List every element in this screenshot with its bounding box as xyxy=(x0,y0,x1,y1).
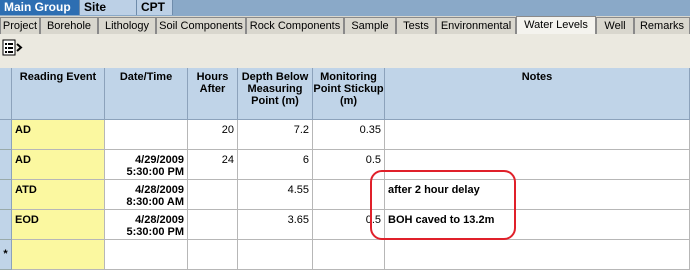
column-header-stickup[interactable]: Monitoring Point Stickup (m) xyxy=(313,68,385,120)
cell-depth[interactable]: 6 xyxy=(238,150,313,180)
cell-time: 5:30:00 PM xyxy=(126,226,184,238)
new-row-marker[interactable]: * xyxy=(0,240,12,270)
cell-date-time-new[interactable] xyxy=(105,240,188,270)
cell-hours-after-new[interactable] xyxy=(188,240,238,270)
cell-hours-after[interactable]: 24 xyxy=(188,150,238,180)
tab-water-levels[interactable]: Water Levels xyxy=(516,16,596,34)
cell-depth[interactable]: 7.2 xyxy=(238,120,313,150)
cell-date-time[interactable]: 4/28/2009 8:30:00 AM xyxy=(105,180,188,210)
column-header-notes[interactable]: Notes xyxy=(385,68,690,120)
tab-soil-components[interactable]: Soil Components xyxy=(156,17,246,34)
column-header-reading-event[interactable]: Reading Event xyxy=(12,68,105,120)
cell-time: 8:30:00 AM xyxy=(126,196,184,208)
cell-time: 5:30:00 PM xyxy=(126,166,184,178)
list-indent-icon[interactable] xyxy=(2,38,24,58)
cell-hours-after[interactable] xyxy=(188,210,238,240)
cell-reading-event[interactable]: EOD xyxy=(12,210,105,240)
cell-date-time[interactable] xyxy=(105,120,188,150)
row-header[interactable] xyxy=(0,150,12,180)
cell-date: 4/29/2009 xyxy=(135,154,184,166)
column-header-date-time[interactable]: Date/Time xyxy=(105,68,188,120)
cell-date-time[interactable]: 4/29/2009 5:30:00 PM xyxy=(105,150,188,180)
group-tab-cpt[interactable]: CPT xyxy=(137,0,173,15)
tab-environmental[interactable]: Environmental xyxy=(436,17,516,34)
cell-notes[interactable] xyxy=(385,120,690,150)
cell-hours-after[interactable]: 20 xyxy=(188,120,238,150)
cell-date-time[interactable]: 4/28/2009 5:30:00 PM xyxy=(105,210,188,240)
column-header-depth-below[interactable]: Depth Below Measuring Point (m) xyxy=(238,68,313,120)
tab-well[interactable]: Well xyxy=(596,17,634,34)
cell-depth[interactable]: 4.55 xyxy=(238,180,313,210)
tab-sample[interactable]: Sample xyxy=(344,17,396,34)
group-tab-main-group[interactable]: Main Group xyxy=(0,0,80,15)
cell-reading-event[interactable]: AD xyxy=(12,150,105,180)
cell-reading-event-new[interactable] xyxy=(12,240,105,270)
cell-date: 4/28/2009 xyxy=(135,214,184,226)
cell-depth-new[interactable] xyxy=(238,240,313,270)
cell-stickup-new[interactable] xyxy=(313,240,385,270)
tab-tests[interactable]: Tests xyxy=(396,17,436,34)
tab-remarks[interactable]: Remarks xyxy=(634,17,690,34)
cell-reading-event[interactable]: AD xyxy=(12,120,105,150)
cell-reading-event[interactable]: ATD xyxy=(12,180,105,210)
row-header[interactable] xyxy=(0,210,12,240)
cell-depth[interactable]: 3.65 xyxy=(238,210,313,240)
tab-rock-components[interactable]: Rock Components xyxy=(246,17,344,34)
tab-borehole[interactable]: Borehole xyxy=(40,17,98,34)
group-tab-bar: Main Group Site Map CPT xyxy=(0,0,690,29)
cell-notes-new[interactable] xyxy=(385,240,690,270)
page-tab-bar: Project Borehole Lithology Soil Componen… xyxy=(0,16,690,34)
toolbar xyxy=(0,34,690,68)
group-tab-site-map[interactable]: Site Map xyxy=(80,0,137,29)
annotation-highlight-box xyxy=(370,170,516,240)
cell-stickup[interactable]: 0.35 xyxy=(313,120,385,150)
column-header-hours-after[interactable]: Hours After xyxy=(188,68,238,120)
corner-header xyxy=(0,68,12,120)
tab-project[interactable]: Project xyxy=(0,17,40,34)
tab-lithology[interactable]: Lithology xyxy=(98,17,156,34)
cell-date: 4/28/2009 xyxy=(135,184,184,196)
cell-hours-after[interactable] xyxy=(188,180,238,210)
water-levels-grid: Reading Event Date/Time Hours After Dept… xyxy=(0,68,690,275)
row-header[interactable] xyxy=(0,180,12,210)
row-header[interactable] xyxy=(0,120,12,150)
